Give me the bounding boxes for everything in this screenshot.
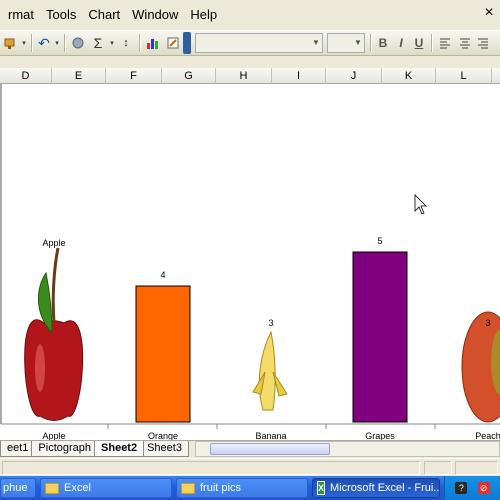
horizontal-scrollbar[interactable] xyxy=(194,441,500,457)
column-header[interactable]: J xyxy=(326,68,382,84)
bar-orange xyxy=(135,285,191,423)
taskbar-item-label: Excel xyxy=(64,482,91,494)
status-cell xyxy=(424,461,452,475)
chart-wizard-icon[interactable] xyxy=(144,32,162,54)
sheet-tabs-bar: eet1 Pictograph Sheet2 Sheet3 xyxy=(0,440,500,458)
help-icon[interactable]: ? xyxy=(455,482,468,494)
close-window-icon[interactable]: × xyxy=(480,4,498,22)
chart-area[interactable]: Apple Apple 4 Orange 3 Banana 5 Grapes 3 Peach xyxy=(0,84,500,440)
undo-icon[interactable]: ↶ xyxy=(36,32,52,54)
x-tick-label-banana: Banana xyxy=(255,431,286,440)
folder-icon xyxy=(45,482,59,494)
data-label-banana: 3 xyxy=(268,318,273,328)
data-label-orange: 4 xyxy=(160,270,165,280)
menu-bar: rmat Tools Chart Window Help × xyxy=(0,0,500,30)
toolbar-separator xyxy=(31,34,32,52)
bar-apple xyxy=(24,319,84,421)
sort-icon[interactable]: ↕ xyxy=(117,32,135,54)
toolbar: ▾ ↶ ▾ Σ ▾ ↕ ▼ ▼ B I U xyxy=(0,30,500,56)
column-header[interactable]: E xyxy=(52,68,106,84)
menu-format[interactable]: rmat xyxy=(2,0,40,30)
menu-chart[interactable]: Chart xyxy=(82,0,126,30)
taskbar-item-excel-folder[interactable]: Excel xyxy=(40,478,172,498)
tab-sheet3[interactable]: Sheet3 xyxy=(140,441,189,457)
align-left-icon[interactable] xyxy=(436,32,454,54)
tab-sheet2[interactable]: Sheet2 xyxy=(94,441,145,457)
menu-tools[interactable]: Tools xyxy=(40,0,82,30)
align-center-icon[interactable] xyxy=(456,32,474,54)
toolbar-separator xyxy=(139,34,140,52)
column-header[interactable]: L xyxy=(436,68,492,84)
taskbar-item-label: phue xyxy=(3,482,28,494)
tab-sheet1[interactable]: eet1 xyxy=(0,441,36,457)
paint-icon[interactable] xyxy=(1,32,19,54)
drawing-icon[interactable] xyxy=(164,32,182,54)
dropdown-arrow-icon[interactable]: ▼ xyxy=(352,34,364,52)
italic-button[interactable]: I xyxy=(392,33,410,53)
column-header[interactable]: G xyxy=(162,68,216,84)
taskbar-item-label: Microsoft Excel - Frui... xyxy=(330,482,440,494)
column-headers: D E F G H I J K L xyxy=(0,68,500,84)
column-header[interactable]: H xyxy=(216,68,272,84)
excel-icon: X xyxy=(317,481,326,495)
status-message-cell xyxy=(2,461,420,475)
menu-window[interactable]: Window xyxy=(126,0,184,30)
stop-icon[interactable]: ⊘ xyxy=(477,482,490,494)
dropdown-arrow-icon[interactable]: ▾ xyxy=(21,32,27,54)
dropdown-arrow-icon[interactable]: ▾ xyxy=(54,32,60,54)
status-bar xyxy=(0,458,500,476)
toolbar-separator xyxy=(64,34,65,52)
x-tick-label-peach: Peach xyxy=(475,431,500,440)
toolbar-separator xyxy=(370,34,371,52)
status-cell xyxy=(455,461,498,475)
x-tick-label-orange: Orange xyxy=(148,431,178,440)
folder-icon xyxy=(181,482,195,494)
tab-pictograph[interactable]: Pictograph xyxy=(31,441,99,457)
taskbar: phue Excel fruit pics X Microsoft Excel … xyxy=(0,476,500,500)
taskbar-item[interactable]: phue xyxy=(0,478,36,498)
align-right-icon[interactable] xyxy=(476,32,490,54)
underline-button[interactable]: U xyxy=(410,33,428,53)
apple-stem xyxy=(51,247,60,323)
dropdown-arrow-icon[interactable]: ▼ xyxy=(310,34,322,52)
dropdown-arrow-icon[interactable]: ▾ xyxy=(109,32,115,54)
bar-grapes xyxy=(352,251,408,423)
bar-chart[interactable]: Apple Apple 4 Orange 3 Banana 5 Grapes 3 Peach xyxy=(0,84,500,440)
taskbar-item-label: fruit pics xyxy=(200,482,241,494)
data-label-grapes: 5 xyxy=(377,236,382,246)
scrollbar-thumb[interactable] xyxy=(209,443,330,455)
column-header[interactable]: K xyxy=(382,68,436,84)
column-header[interactable]: D xyxy=(0,68,52,84)
data-label-apple: Apple xyxy=(42,238,65,248)
formula-bar-area xyxy=(0,56,500,68)
hyperlink-icon[interactable] xyxy=(69,32,87,54)
menu-help[interactable]: Help xyxy=(184,0,223,30)
taskbar-item-fruit-pics[interactable]: fruit pics xyxy=(176,478,308,498)
column-header[interactable]: I xyxy=(272,68,326,84)
font-size-combo[interactable]: ▼ xyxy=(327,33,365,53)
x-tick-label-apple: Apple xyxy=(42,431,65,440)
mouse-cursor-icon xyxy=(414,194,427,215)
font-name-combo[interactable]: ▼ xyxy=(195,33,323,53)
bar-banana xyxy=(258,330,276,411)
bold-button[interactable]: B xyxy=(374,33,392,53)
taskbar-item-excel-app[interactable]: X Microsoft Excel - Frui... xyxy=(312,478,440,498)
apple-highlight xyxy=(35,344,45,392)
toolbar-separator xyxy=(431,34,432,52)
x-tick-label-grapes: Grapes xyxy=(365,431,395,440)
column-header[interactable]: F xyxy=(106,68,162,84)
data-label-peach: 3 xyxy=(485,318,490,328)
autosum-button[interactable]: Σ xyxy=(89,32,107,54)
toolbar-grip[interactable] xyxy=(183,32,191,54)
column-header[interactable] xyxy=(492,68,500,84)
system-tray: ? ⊘ xyxy=(444,476,500,500)
